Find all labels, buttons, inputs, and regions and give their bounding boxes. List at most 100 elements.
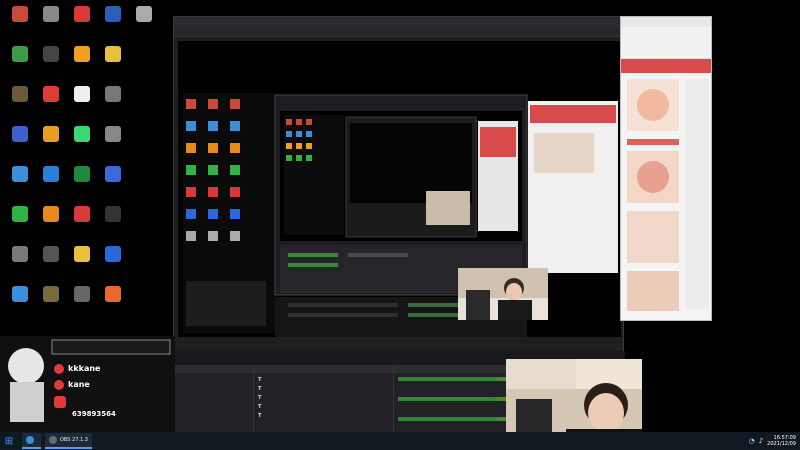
desktop-icon-label <box>66 23 98 35</box>
sources-header <box>254 365 393 373</box>
app-icon <box>105 6 121 22</box>
text-source-icon: T <box>258 385 262 392</box>
desktop-icon[interactable] <box>4 166 36 196</box>
desktop-icon[interactable] <box>35 126 67 156</box>
desktop-icon[interactable] <box>4 6 36 36</box>
app-icon <box>74 286 90 302</box>
overlay-name-2: kane <box>68 380 90 389</box>
browser-window[interactable] <box>620 16 712 321</box>
desktop-icon[interactable] <box>4 286 36 316</box>
overlay-name-1: kkkane <box>68 364 101 373</box>
source-item[interactable]: T <box>258 384 389 393</box>
desktop-icon-label <box>66 183 98 195</box>
desktop-icon-label <box>35 263 67 275</box>
desktop-icon[interactable] <box>97 286 129 316</box>
app-icon <box>105 46 121 62</box>
desktop-icon[interactable] <box>97 46 129 76</box>
desktop-icon-label <box>35 303 67 315</box>
desktop-icon[interactable] <box>128 6 160 36</box>
text-source-icon: T <box>258 403 262 410</box>
desktop-icon-label <box>4 63 36 75</box>
desktop-icon-label <box>4 303 36 315</box>
desktop-icon[interactable] <box>66 6 98 36</box>
desktop-icon[interactable] <box>35 166 67 196</box>
desktop-icon[interactable] <box>97 126 129 156</box>
desktop-icon[interactable] <box>35 6 67 36</box>
browser-page-content <box>621 59 711 311</box>
app-icon <box>12 86 28 102</box>
start-icon[interactable]: ⊞ <box>0 432 18 450</box>
app-icon <box>43 86 59 102</box>
desktop-icon[interactable] <box>97 206 129 236</box>
app-icon <box>43 206 59 222</box>
desktop-icon[interactable] <box>4 246 36 276</box>
browser-tab-strip[interactable] <box>621 17 711 27</box>
obs-preview[interactable] <box>178 41 621 337</box>
desktop-icon-label <box>4 23 36 35</box>
taskbar-item-label: OBS 27.1.3 <box>60 437 88 443</box>
text-source-icon: T <box>258 376 262 383</box>
desktop-icon[interactable] <box>4 86 36 116</box>
desktop-icon[interactable] <box>66 46 98 76</box>
desktop-icon[interactable] <box>66 206 98 236</box>
source-item[interactable]: T <box>258 393 389 402</box>
app-icon <box>74 86 90 102</box>
desktop-icon[interactable] <box>4 126 36 156</box>
sources-panel[interactable]: TTTTT <box>254 365 394 436</box>
desktop-icon-label <box>97 303 129 315</box>
desktop-icon[interactable] <box>66 286 98 316</box>
scenes-panel[interactable] <box>174 365 254 436</box>
desktop-icon-label <box>66 263 98 275</box>
desktop-icon[interactable] <box>66 86 98 116</box>
app-icon <box>43 246 59 262</box>
desktop-icon[interactable] <box>66 126 98 156</box>
desktop-icon-label <box>35 63 67 75</box>
desktop-icon[interactable] <box>35 286 67 316</box>
taskbar-item[interactable]: OBS 27.1.3 <box>45 433 92 449</box>
network-icon[interactable]: ◔ <box>749 437 755 445</box>
text-source-icon: T <box>258 412 262 419</box>
app-icon <box>105 166 121 182</box>
desktop-icon-label <box>66 223 98 235</box>
desktop-icon[interactable] <box>97 166 129 196</box>
app-icon <box>74 206 90 222</box>
desktop-icon[interactable] <box>35 46 67 76</box>
desktop-icon[interactable] <box>4 46 36 76</box>
desktop-icon-label <box>4 143 36 155</box>
desktop-icon-label <box>66 103 98 115</box>
source-item[interactable]: T <box>258 411 389 420</box>
desktop-icon[interactable] <box>97 246 129 276</box>
desktop-icon-label <box>35 23 67 35</box>
desktop-icon[interactable] <box>66 166 98 196</box>
desktop-icon[interactable] <box>4 206 36 236</box>
scenes-header <box>174 365 253 373</box>
app-icon <box>74 126 90 142</box>
desktop-icon[interactable] <box>97 6 129 36</box>
app-icon <box>74 246 90 262</box>
system-tray: ◔ ♪ 16:57:09 2021/12/09 <box>749 432 800 450</box>
desktop-icon-label <box>4 223 36 235</box>
desktop-icon-label <box>97 63 129 75</box>
desktop-icon[interactable] <box>97 86 129 116</box>
app-icon <box>74 6 90 22</box>
taskbar-item[interactable] <box>22 433 41 449</box>
app-icon <box>43 46 59 62</box>
text-source-icon: T <box>258 394 262 401</box>
desktop-icon-label <box>35 143 67 155</box>
desktop-icon-label <box>66 63 98 75</box>
desktop-icon[interactable] <box>35 86 67 116</box>
app-icon <box>12 6 28 22</box>
app-icon <box>12 246 28 262</box>
source-item[interactable]: T <box>258 375 389 384</box>
browser-toolbar[interactable] <box>621 27 711 59</box>
obs-title-bar[interactable] <box>174 17 623 28</box>
app-icon <box>12 286 28 302</box>
desktop-icon[interactable] <box>35 206 67 236</box>
desktop-icon-label <box>66 303 98 315</box>
volume-icon[interactable]: ♪ <box>759 437 763 445</box>
source-item[interactable]: T <box>258 402 389 411</box>
desktop-icon[interactable] <box>35 246 67 276</box>
desktop-icon[interactable] <box>66 246 98 276</box>
clock[interactable]: 16:57:09 2021/12/09 <box>767 435 796 447</box>
app-icon <box>105 286 121 302</box>
